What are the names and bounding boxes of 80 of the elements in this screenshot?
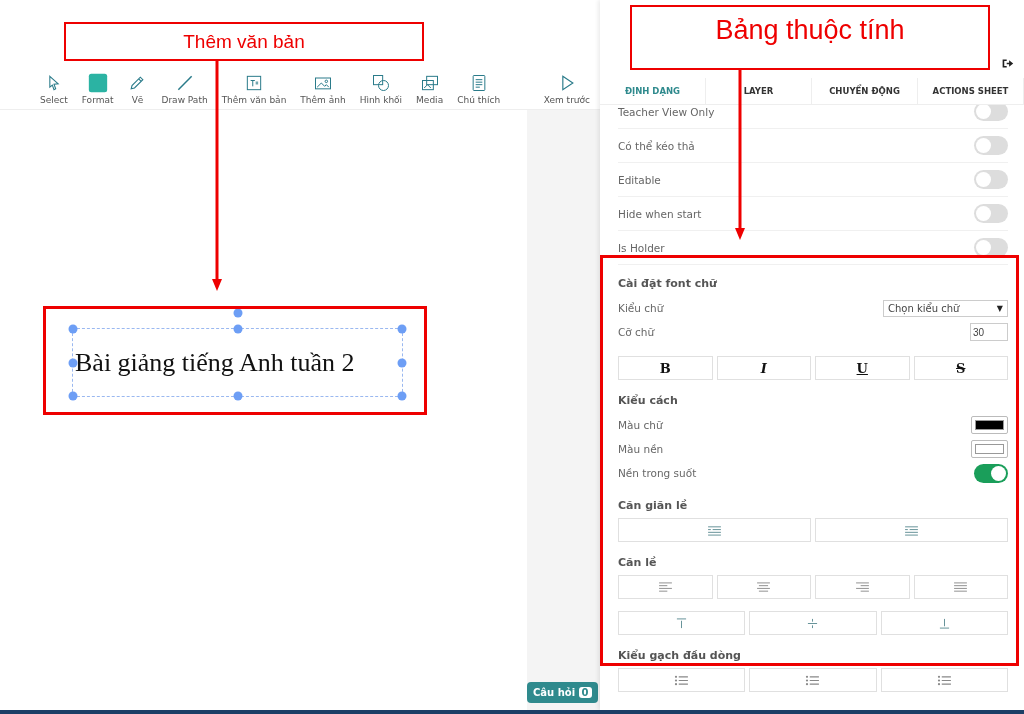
justify-button[interactable] xyxy=(913,575,1008,599)
tab[interactable]: CHUYỂN ĐỘNG xyxy=(812,78,918,104)
toolbar-tool[interactable]: Media xyxy=(416,73,444,105)
toolbar-tool[interactable]: Thêm văn bản xyxy=(221,73,287,105)
align-center-button[interactable] xyxy=(716,575,811,599)
section-heading: Kiểu gạch đầu dòng xyxy=(618,649,742,662)
field-label: Kiểu chữ xyxy=(618,302,664,314)
setting-label: Is Holder xyxy=(618,241,665,254)
color-picker[interactable] xyxy=(971,416,1008,434)
caret-icon: ▼ xyxy=(996,303,1003,313)
align-right-button[interactable] xyxy=(815,575,910,599)
toolbar-tool[interactable]: Vẽ xyxy=(127,73,148,105)
color-picker[interactable] xyxy=(971,440,1008,458)
toolbar-tool[interactable]: Hình khối xyxy=(359,73,403,105)
toolbar-tool[interactable]: Select xyxy=(40,73,68,105)
tab[interactable]: ACTIONS SHEET xyxy=(918,78,1024,104)
setting-label: Teacher View Only xyxy=(618,105,715,118)
tab[interactable]: LAYER xyxy=(706,78,812,104)
toggle-switch[interactable] xyxy=(974,136,1008,155)
text-style-button[interactable]: U xyxy=(815,356,910,380)
preview-button[interactable]: Xem trước xyxy=(543,73,590,105)
bullet-list-icon xyxy=(805,674,821,686)
resize-handle[interactable] xyxy=(68,324,78,334)
bullet-list-button[interactable] xyxy=(880,668,1008,692)
shapes-icon xyxy=(370,73,391,93)
section-heading: Căn lề xyxy=(618,556,658,569)
resize-handle[interactable] xyxy=(397,324,407,334)
toolbar-tool[interactable]: Thêm ảnh xyxy=(300,73,346,105)
align-center-icon xyxy=(756,581,772,593)
text-style-button[interactable]: S xyxy=(913,356,1008,380)
media-icon xyxy=(419,73,440,93)
toggle-switch[interactable] xyxy=(974,204,1008,223)
resize-handle[interactable] xyxy=(68,391,78,401)
square-icon xyxy=(87,73,108,93)
toolbar-tool[interactable]: Format xyxy=(81,73,114,105)
question-button[interactable]: Câu hỏi 0 xyxy=(527,682,598,703)
tab[interactable]: ĐỊNH DẠNG xyxy=(600,78,706,104)
align-top-button[interactable] xyxy=(618,611,746,635)
align-left-button[interactable] xyxy=(618,575,713,599)
exit-icon[interactable] xyxy=(1001,57,1014,70)
font-size-field[interactable]: 30 xyxy=(970,323,1008,341)
toggle-switch[interactable] xyxy=(974,105,1008,121)
align-bottom-button[interactable] xyxy=(880,611,1008,635)
text-style-button[interactable]: B xyxy=(618,356,713,380)
indent-icon xyxy=(707,524,722,536)
bullet-list-icon xyxy=(936,674,952,686)
toggle-switch[interactable] xyxy=(974,170,1008,189)
section-heading: Căn giãn lề xyxy=(618,499,689,512)
toolbar-tool[interactable]: Chú thích xyxy=(457,73,501,105)
setting-label: Có thể kéo thả xyxy=(618,139,695,152)
setting-label: Hide when start xyxy=(618,207,702,220)
indent-button[interactable] xyxy=(618,518,811,542)
rotate-handle[interactable] xyxy=(233,308,242,318)
resize-handle[interactable] xyxy=(397,358,407,367)
resize-handle[interactable] xyxy=(233,391,242,401)
field-label: Màu chữ xyxy=(618,419,663,431)
resize-handle[interactable] xyxy=(397,391,407,401)
callout-label: Bảng thuộc tính xyxy=(630,5,990,70)
text-box-icon xyxy=(244,73,264,93)
section-heading: Cài đặt font chữ xyxy=(618,277,718,290)
align-middle-button[interactable] xyxy=(749,611,877,635)
font-dropdown[interactable]: Chọn kiểu chữ ▼ xyxy=(883,299,1008,317)
indent-button[interactable] xyxy=(815,518,1008,542)
indent-icon xyxy=(904,524,919,536)
resize-handle[interactable] xyxy=(233,324,242,334)
bullet-list-button[interactable] xyxy=(749,668,877,692)
bullet-list-button[interactable] xyxy=(618,668,746,692)
field-label: Cỡ chữ xyxy=(618,326,655,338)
setting-label: Editable xyxy=(618,173,661,186)
toggle-switch[interactable] xyxy=(974,463,1008,483)
toolbar-tool[interactable]: Draw Path xyxy=(161,73,208,105)
field-label: Nền trong suốt xyxy=(618,467,697,479)
section-heading: Kiểu cách xyxy=(618,394,679,407)
align-right-icon xyxy=(854,581,870,593)
align-left-icon xyxy=(657,581,673,593)
text-style-button[interactable]: I xyxy=(716,356,811,380)
justify-icon xyxy=(953,581,969,593)
bullet-list-icon xyxy=(674,674,690,686)
callout-label: Thêm văn bản xyxy=(64,22,424,61)
field-label: Màu nền xyxy=(618,443,664,455)
